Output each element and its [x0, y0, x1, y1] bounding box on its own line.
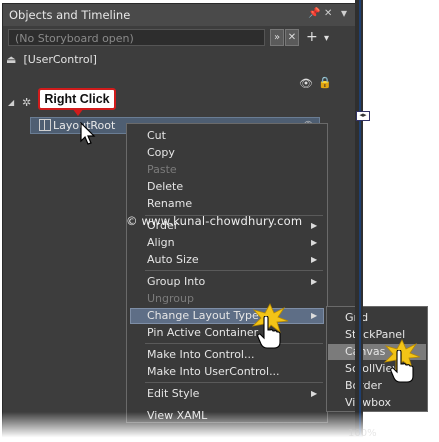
grid-icon [39, 119, 51, 131]
pin-icon[interactable]: 📌 [308, 8, 320, 19]
menu-item-paste: Paste [147, 163, 177, 176]
menu-item-change-layout-type[interactable]: Change Layout Type [147, 308, 259, 324]
submenu-item-viewbox[interactable]: Viewbox [345, 395, 391, 411]
menu-item-delete[interactable]: Delete [147, 179, 183, 195]
menu-separator [145, 270, 323, 271]
right-click-callout: Right Click [38, 88, 116, 110]
artboard-edge-line [359, 0, 361, 442]
panel-header: Objects and Timeline 📌 ✕ ▾ [3, 4, 356, 26]
new-storyboard-button[interactable]: + [306, 29, 318, 46]
storyboard-dropdown-button[interactable]: » [270, 29, 284, 46]
expand-triangle-icon[interactable]: ◢ [8, 98, 14, 107]
menu-item-cut[interactable]: Cut [147, 128, 166, 144]
double-chevron-icon: » [273, 32, 281, 43]
menu-item-rename[interactable]: Rename [147, 196, 192, 212]
lock-icon[interactable]: 🔒 [318, 76, 332, 89]
storyboard-row: (No Storyboard open) » ✕ + ▾ [8, 29, 343, 48]
submenu-arrow-icon: ▶ [311, 277, 318, 286]
storyboard-options-button[interactable]: ▾ [324, 30, 329, 47]
close-storyboard-button[interactable]: ✕ [285, 29, 299, 46]
eye-icon[interactable]: 👁 [299, 77, 313, 90]
zoom-level[interactable]: 100% [348, 428, 377, 439]
menu-item-make-into-control[interactable]: Make Into Control... [147, 347, 254, 363]
hand-cursor-icon [257, 316, 281, 349]
user-control-row[interactable]: ⏏ [UserControl] [6, 53, 97, 66]
menu-separator [145, 343, 323, 344]
page: Objects and Timeline 📌 ✕ ▾ (No Storyboar… [0, 0, 439, 442]
context-menu: Cut Copy Paste Delete Rename Order ▶ Ali… [126, 123, 328, 423]
submenu-arrow-icon: ▶ [311, 255, 318, 264]
callout-tail [72, 108, 84, 116]
submenu-arrow-icon: ▶ [311, 221, 318, 230]
watermark: © www.kunal-chowdhury.com [126, 214, 303, 228]
menu-item-group-into[interactable]: Group Into [147, 274, 205, 290]
close-icon: ✕ [287, 32, 297, 43]
panel-title: Objects and Timeline [9, 8, 131, 22]
menu-item-auto-size[interactable]: Auto Size [147, 252, 199, 268]
close-icon[interactable]: ✕ [324, 8, 332, 19]
user-control-label: [UserControl] [23, 53, 97, 66]
submenu-item-canvas[interactable]: Canvas [345, 344, 385, 360]
menu-item-make-into-usercontrol[interactable]: Make Into UserControl... [147, 364, 280, 380]
menu-item-align[interactable]: Align [147, 235, 175, 251]
menu-item-pin-active-container[interactable]: Pin Active Container [147, 325, 258, 341]
menu-separator [145, 382, 323, 383]
menu-item-ungroup: Ungroup [147, 292, 194, 305]
submenu-arrow-icon: ▶ [311, 311, 318, 320]
submenu-item-border[interactable]: Border [345, 378, 382, 394]
arrow-cursor-icon [80, 122, 96, 145]
storyboard-picker[interactable]: (No Storyboard open) [8, 29, 265, 46]
chevron-down-icon[interactable]: ▾ [341, 6, 347, 20]
submenu-arrow-icon: ▶ [311, 389, 318, 398]
user-control-icon: ⏏ [6, 53, 17, 66]
layout-tree-icon: ✲ [22, 96, 32, 109]
resize-handle-icon[interactable]: ◂▸ [356, 111, 370, 121]
menu-item-copy[interactable]: Copy [147, 145, 175, 161]
submenu-arrow-icon: ▶ [311, 238, 318, 247]
menu-item-edit-style[interactable]: Edit Style [147, 386, 199, 402]
hand-cursor-icon [390, 350, 414, 383]
